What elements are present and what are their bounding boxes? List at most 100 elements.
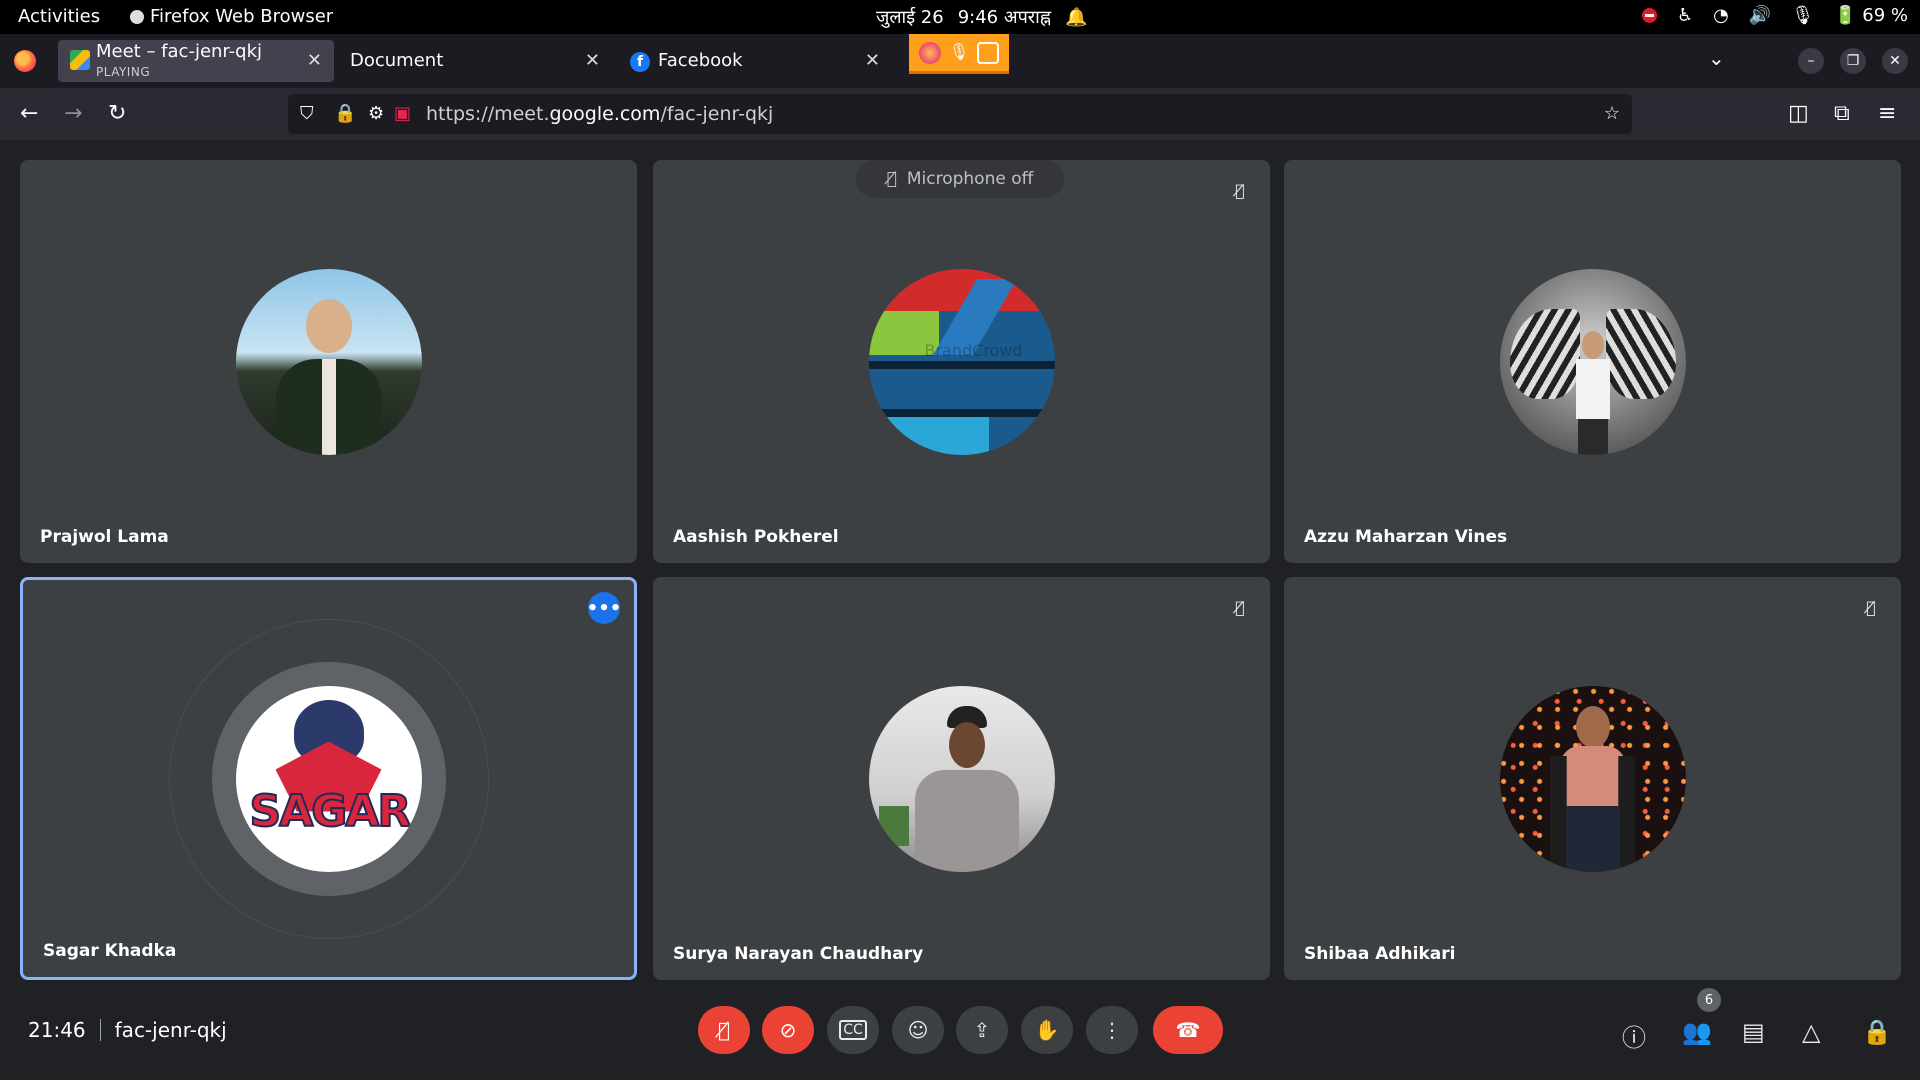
tab-document[interactable]: Document ✕ — [334, 40, 612, 82]
participant-tile-active-speaker[interactable]: SAGAR ••• Sagar Khadka — [20, 577, 637, 980]
meeting-controls-bar: 21:46 fac-jenr-qkj 🎙̸ ⊘ CC ☺ ⇪ ✋ ⋮ ☎ ⓘ 6… — [0, 980, 1920, 1080]
facebook-icon: f — [630, 52, 650, 72]
avatar: SAGAR — [235, 685, 422, 872]
participant-tile[interactable]: BrandCrowd 🎙̸ Aashish Pokherel — [653, 160, 1270, 563]
camera-toggle-button[interactable]: ⊘ — [762, 1006, 814, 1054]
participant-tile[interactable]: 🎙̸ Shibaa Adhikari — [1284, 577, 1901, 980]
activities-icon[interactable]: △ — [1802, 1018, 1820, 1046]
restore-icon[interactable]: ❐ — [1840, 48, 1866, 74]
microphone-icon: 🎙 — [1791, 5, 1815, 26]
tab-meet[interactable]: Meet – fac-jenr-qkj PLAYING ✕ — [58, 40, 334, 82]
sharing-indicator[interactable]: 🎙 — [909, 34, 1009, 74]
screen-share-icon — [977, 41, 1000, 64]
meeting-code: fac-jenr-qkj — [114, 1018, 227, 1042]
avatar-watermark: BrandCrowd — [924, 340, 1023, 360]
close-tab-icon[interactable]: ✕ — [865, 50, 880, 71]
avatar — [1499, 268, 1686, 455]
app-name: Firefox Web Browser — [150, 6, 334, 27]
reload-icon[interactable]: ↻ — [108, 101, 126, 126]
nav-bar: ← → ↻ ⛉ 🔒 ⚙ ▣ https://meet.google.com/fa… — [0, 88, 1920, 140]
chat-icon[interactable]: ▤ — [1742, 1018, 1765, 1046]
separator — [99, 1019, 101, 1041]
date-text: जुलाई 26 — [876, 7, 944, 28]
time-text: 9:46 अपराह्न — [957, 7, 1052, 28]
camera-off-icon: ⊘ — [779, 1018, 797, 1042]
microphone-off-toast: 🎙̸ Microphone off — [856, 160, 1064, 198]
meeting-details-icon[interactable]: ⓘ — [1622, 1018, 1646, 1053]
more-options-icon: ⋮ — [1102, 1018, 1122, 1042]
mic-share-icon: 🎙 — [948, 41, 970, 61]
tab-playing-label: PLAYING — [96, 65, 151, 79]
minimize-icon[interactable]: – — [1798, 48, 1824, 74]
participant-name: Shibaa Adhikari — [1304, 944, 1456, 964]
alarm-icon: 🔔 — [1065, 6, 1088, 28]
screen-sharing-icon[interactable]: ▣ — [394, 103, 411, 124]
close-tab-icon[interactable]: ✕ — [585, 50, 600, 71]
close-tab-icon[interactable]: ✕ — [307, 50, 322, 71]
meet-grid: Prajwol Lama BrandCrowd 🎙̸ Aashish Pokhe… — [0, 140, 1920, 1080]
url-path: /fac-jenr-qkj — [660, 103, 774, 125]
battery-indicator: 🔋 69 % — [1834, 5, 1908, 26]
lock-icon[interactable]: 🔒 — [334, 103, 356, 124]
pocket-icon[interactable]: ◫ — [1788, 101, 1809, 126]
participant-tile[interactable]: Azzu Maharzan Vines — [1284, 160, 1901, 563]
avatar-text: SAGAR — [249, 785, 413, 838]
firefox-view-icon[interactable] — [14, 50, 36, 72]
avatar — [1499, 685, 1686, 872]
url-prefix: https://meet. — [426, 103, 550, 125]
system-tray[interactable]: ♿ ◔ 🔊 🎙 🔋 69 % — [1641, 5, 1908, 26]
clock[interactable]: जुलाई 26 9:46 अपराह्न 🔔 — [876, 5, 1087, 29]
mic-off-icon: 🎙̸ — [1226, 593, 1254, 621]
volume-icon: 🔊 — [1748, 5, 1772, 26]
tab-title: Meet – fac-jenr-qkj — [96, 41, 263, 62]
app-menu[interactable]: Firefox Web Browser — [130, 6, 333, 27]
raise-hand-icon: ✋ — [1034, 1018, 1060, 1042]
extensions-icon[interactable]: ⧉ — [1834, 101, 1850, 126]
bookmark-star-icon[interactable]: ☆ — [1604, 103, 1620, 124]
more-options-button[interactable]: ⋮ — [1086, 1006, 1138, 1054]
emoji-button[interactable]: ☺ — [892, 1006, 944, 1054]
url-text: https://meet.google.com/fac-jenr-qkj — [426, 103, 773, 125]
avatar — [868, 685, 1055, 872]
captions-button[interactable]: CC — [827, 1006, 879, 1054]
participant-name: Aashish Pokherel — [673, 527, 839, 547]
mic-off-icon: 🎙̸ — [1226, 176, 1254, 204]
meet-tab-icon — [70, 50, 90, 70]
mic-off-icon: 🎙̸ — [1857, 593, 1885, 621]
permissions-icon[interactable]: ⚙ — [368, 103, 384, 124]
toast-text: Microphone off — [906, 169, 1034, 189]
participant-count-badge: 6 — [1697, 988, 1721, 1012]
shield-icon[interactable]: ⛉ — [300, 103, 314, 124]
raise-hand-button[interactable]: ✋ — [1021, 1006, 1073, 1054]
end-call-button[interactable]: ☎ — [1153, 1006, 1223, 1054]
battery-text: 69 % — [1862, 5, 1908, 26]
tab-bar: Meet – fac-jenr-qkj PLAYING ✕ Document ✕… — [0, 34, 1920, 88]
close-window-icon[interactable]: ✕ — [1882, 48, 1908, 74]
present-button[interactable]: ⇪ — [956, 1006, 1008, 1054]
url-domain: google.com — [549, 103, 661, 125]
host-controls-icon[interactable]: 🔒 — [1862, 1018, 1892, 1046]
tab-facebook[interactable]: f Facebook ✕ — [612, 40, 892, 82]
participant-name: Sagar Khadka — [43, 941, 177, 961]
meeting-info: 21:46 fac-jenr-qkj — [28, 1018, 227, 1042]
emoji-icon: ☺ — [907, 1018, 929, 1042]
forward-icon[interactable]: → — [64, 101, 82, 126]
firefox-share-icon — [918, 41, 941, 64]
participant-tile[interactable]: 🎙̸ Surya Narayan Chaudhary — [653, 577, 1270, 980]
meeting-clock: 21:46 — [28, 1018, 86, 1042]
participant-tile[interactable]: Prajwol Lama — [20, 160, 637, 563]
tab-title: Facebook — [658, 50, 743, 71]
url-bar[interactable]: ⛉ 🔒 ⚙ ▣ https://meet.google.com/fac-jenr… — [288, 94, 1632, 134]
firefox-small-icon — [130, 9, 144, 24]
activities-button[interactable]: Activities — [18, 6, 100, 27]
list-all-tabs-icon[interactable]: ⌄ — [1708, 46, 1725, 70]
menu-icon[interactable]: ≡ — [1878, 101, 1896, 126]
mic-off-icon: 🎙̸ — [717, 1018, 730, 1042]
captions-icon: CC — [839, 1020, 867, 1040]
back-icon[interactable]: ← — [20, 101, 38, 126]
people-icon[interactable]: 👥 — [1682, 1018, 1712, 1046]
participant-name: Azzu Maharzan Vines — [1304, 527, 1508, 547]
more-options-button[interactable]: ••• — [587, 592, 621, 624]
participant-name: Surya Narayan Chaudhary — [673, 944, 924, 964]
mic-toggle-button[interactable]: 🎙̸ — [698, 1006, 750, 1054]
